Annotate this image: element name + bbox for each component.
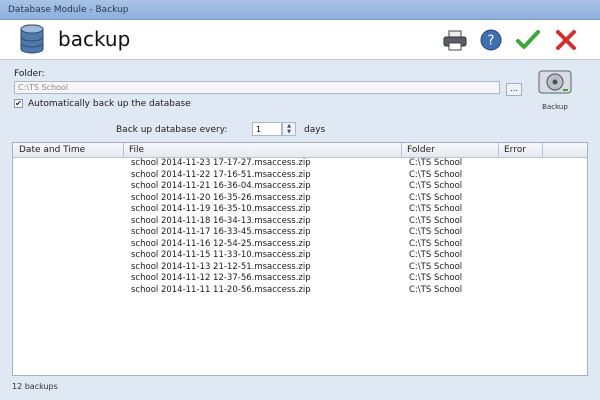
browse-button[interactable]: ... (506, 83, 522, 96)
table-row[interactable]: school 2014-11-17 16-33-45.msaccess.zip C… (13, 227, 587, 239)
backup-drive-icon (538, 70, 572, 94)
column-header-date[interactable]: Date and Time (19, 145, 85, 155)
column-divider[interactable] (542, 143, 543, 157)
settings-panel: Folder: ... ✔ Automatically back up the … (0, 60, 600, 118)
folder-cell: C:\TS School (409, 204, 463, 214)
header: backup ? (0, 20, 600, 60)
folder-label: Folder: (14, 69, 45, 79)
folder-cell: C:\TS School (409, 250, 463, 260)
file-cell: school 2014-11-16 12-54-25.msaccess.zip (131, 238, 311, 249)
table-row[interactable]: school 2014-11-18 16-34-13.msaccess.zip C… (13, 216, 587, 228)
spin-down-icon[interactable]: ▼ (283, 129, 295, 135)
table-row[interactable]: school 2014-11-16 12-54-25.msaccess.zip C… (13, 239, 587, 251)
table-row[interactable]: school 2014-11-15 11-33-10.msaccess.zip C… (13, 250, 587, 262)
folder-cell: C:\TS School (409, 158, 463, 168)
help-icon[interactable]: ? (478, 28, 504, 52)
file-cell: school 2014-11-22 17-16-51.msaccess.zip (131, 169, 311, 180)
schedule-label: Back up database every: (116, 125, 228, 135)
column-header-folder[interactable]: Folder (407, 145, 435, 155)
file-cell: school 2014-11-18 16-34-13.msaccess.zip (131, 215, 311, 226)
file-cell: school 2014-11-19 16-35-10.msaccess.zip (131, 204, 311, 214)
auto-backup-label: Automatically back up the database (28, 99, 191, 109)
page-title: backup (58, 27, 131, 51)
file-cell: school 2014-11-17 16-33-45.msaccess.zip (131, 227, 311, 237)
folder-input[interactable] (14, 81, 500, 94)
schedule-unit: days (304, 125, 326, 135)
table-row[interactable]: school 2014-11-12 12-37-56.msaccess.zip C… (13, 273, 587, 285)
file-cell: school 2014-11-11 11-20-56.msaccess.zip (131, 284, 311, 295)
title-bar: Database Module - Backup (0, 0, 600, 20)
folder-cell: C:\TS School (409, 169, 463, 180)
file-cell: school 2014-11-15 11-33-10.msaccess.zip (131, 250, 311, 260)
auto-backup-checkbox[interactable]: ✔ (14, 99, 23, 108)
file-cell: school 2014-11-21 16-36-04.msaccess.zip (131, 181, 311, 191)
table-row[interactable]: school 2014-11-19 16-35-10.msaccess.zip C… (13, 204, 587, 216)
database-icon (20, 24, 44, 54)
window-title: Database Module - Backup (8, 5, 129, 15)
column-divider[interactable] (123, 143, 124, 157)
column-header-error[interactable]: Error (504, 145, 526, 155)
table-header: Date and Time File Folder Error (13, 143, 587, 158)
printer-icon[interactable] (442, 28, 468, 52)
file-cell: school 2014-11-20 16-35-26.msaccess.zip (131, 192, 311, 203)
file-cell: school 2014-11-13 21-12-51.msaccess.zip (131, 261, 311, 272)
column-header-file[interactable]: File (129, 145, 144, 155)
backup-interval-input[interactable] (252, 122, 282, 136)
backup-button[interactable]: Backup (534, 68, 576, 116)
folder-cell: C:\TS School (409, 181, 463, 191)
folder-cell: C:\TS School (409, 284, 463, 295)
backup-table[interactable]: Date and Time File Folder Error school 2… (12, 142, 588, 376)
table-row[interactable]: school 2014-11-21 16-36-04.msaccess.zip C… (13, 181, 587, 193)
backup-count: 12 backups (12, 382, 58, 391)
file-cell: school 2014-11-23 17-17-27.msaccess.zip (131, 158, 311, 168)
folder-cell: C:\TS School (409, 227, 463, 237)
svg-text:?: ? (488, 34, 495, 49)
table-row[interactable]: school 2014-11-11 11-20-56.msaccess.zip C… (13, 285, 587, 297)
close-x-icon[interactable] (553, 28, 579, 52)
column-divider[interactable] (401, 143, 402, 157)
table-row[interactable]: school 2014-11-22 17-16-51.msaccess.zip C… (13, 170, 587, 182)
folder-cell: C:\TS School (409, 261, 463, 272)
status-bar: 12 backups (0, 376, 600, 400)
folder-cell: C:\TS School (409, 192, 463, 203)
folder-cell: C:\TS School (409, 238, 463, 249)
schedule-row: Back up database every: ▲ ▼ days (0, 118, 600, 142)
backup-button-label: Backup (542, 103, 568, 111)
table-row[interactable]: school 2014-11-20 16-35-26.msaccess.zip C… (13, 193, 587, 205)
folder-cell: C:\TS School (409, 273, 463, 283)
table-row[interactable]: school 2014-11-23 17-17-27.msaccess.zip C… (13, 158, 587, 170)
interval-spinner[interactable]: ▲ ▼ (282, 122, 296, 136)
file-cell: school 2014-11-12 12-37-56.msaccess.zip (131, 273, 311, 283)
table-row[interactable]: school 2014-11-13 21-12-51.msaccess.zip C… (13, 262, 587, 274)
ok-check-icon[interactable] (515, 28, 541, 52)
folder-cell: C:\TS School (409, 215, 463, 226)
column-divider[interactable] (498, 143, 499, 157)
